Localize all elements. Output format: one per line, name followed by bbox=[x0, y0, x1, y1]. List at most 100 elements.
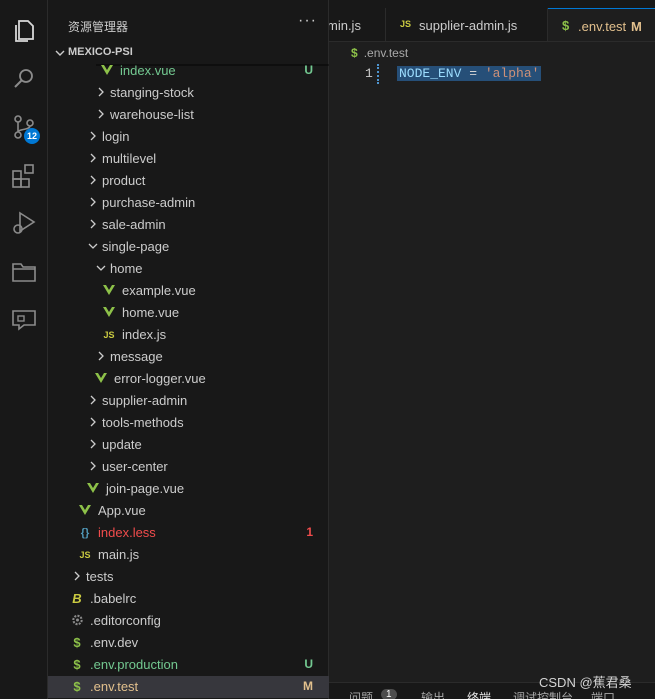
tree-item-label: .editorconfig bbox=[90, 613, 161, 628]
tree-item-label: .env.production bbox=[90, 657, 178, 672]
tree-item-label: purchase-admin bbox=[102, 195, 196, 210]
tree-item-label: error-logger.vue bbox=[114, 371, 206, 386]
code-editor[interactable]: $ .env.test 1 NODE_ENV = 'alpha' bbox=[329, 42, 655, 682]
tree-item[interactable]: App.vue bbox=[48, 500, 329, 522]
env-file-icon: $ bbox=[73, 679, 81, 694]
tree-item[interactable]: update bbox=[48, 434, 329, 456]
breadcrumb[interactable]: $ .env.test bbox=[351, 46, 408, 60]
tab-env-test[interactable]: $ .env.test M bbox=[548, 8, 655, 41]
tree-item[interactable]: {} index.less 1 bbox=[48, 522, 329, 544]
tab-label: min.js bbox=[329, 18, 361, 33]
chevron-right-icon bbox=[94, 107, 108, 123]
tree-item-label: .babelrc bbox=[90, 591, 137, 606]
tree-item[interactable]: message bbox=[48, 346, 329, 368]
tree-item[interactable]: join-page.vue bbox=[48, 478, 329, 500]
explorer-sidebar: 资源管理器 ··· MEXICO-PSI index.vue Ustanging-… bbox=[48, 0, 377, 699]
chevron-right-icon bbox=[86, 195, 100, 211]
chevron-right-icon bbox=[86, 129, 100, 145]
tree-item[interactable]: JS main.js bbox=[48, 544, 329, 566]
tree-item-label: .env.dev bbox=[90, 635, 139, 650]
editor-tabs: min.js JS supplier-admin.js $ .env.test … bbox=[329, 0, 655, 42]
tree-item[interactable]: home bbox=[48, 258, 329, 280]
tree-item[interactable]: tests bbox=[48, 566, 329, 588]
tree-item[interactable]: .editorconfig bbox=[48, 610, 329, 632]
tab-output[interactable]: 输出 bbox=[421, 689, 445, 699]
tab-problems[interactable]: 问题 bbox=[349, 689, 373, 699]
tree-item[interactable]: stanging-stock bbox=[48, 82, 329, 104]
tree-item-label: stanging-stock bbox=[110, 85, 194, 100]
tree-item[interactable]: single-page bbox=[48, 236, 329, 258]
tree-item-label: index.vue bbox=[120, 63, 176, 78]
modified-badge: M bbox=[631, 19, 642, 34]
vue-file-icon bbox=[102, 283, 116, 299]
tab-label: .env.test bbox=[578, 19, 627, 34]
folder-icon[interactable] bbox=[10, 258, 38, 286]
env-file-icon: $ bbox=[562, 18, 570, 33]
tree-item[interactable]: user-center bbox=[48, 456, 329, 478]
tree-item[interactable]: home.vue bbox=[48, 302, 329, 324]
tree-item[interactable]: example.vue bbox=[48, 280, 329, 302]
tree-item-label: product bbox=[102, 173, 146, 188]
env-file-icon: $ bbox=[351, 46, 358, 60]
tree-item[interactable]: index.vue U bbox=[48, 60, 329, 82]
breadcrumb-file: .env.test bbox=[363, 46, 409, 60]
tree-item[interactable]: $ .env.dev bbox=[48, 632, 329, 654]
chevron-right-icon bbox=[70, 569, 84, 585]
tree-item[interactable]: warehouse-list bbox=[48, 104, 329, 126]
tab-label: supplier-admin.js bbox=[419, 18, 518, 33]
tree-item-label: supplier-admin bbox=[102, 393, 188, 408]
tree-item[interactable]: product bbox=[48, 170, 329, 192]
git-status-badge: M bbox=[303, 679, 313, 693]
tab-min-js[interactable]: min.js bbox=[329, 8, 386, 41]
js-file-icon: JS bbox=[400, 19, 412, 29]
tree-item-label: login bbox=[102, 129, 130, 144]
code-line[interactable]: NODE_ENV = 'alpha' bbox=[397, 66, 542, 81]
indent-guide bbox=[377, 64, 381, 84]
tree-item-label: example.vue bbox=[122, 283, 196, 298]
tree-item-label: sale-admin bbox=[102, 217, 166, 232]
source-control-badge: 12 bbox=[24, 128, 40, 144]
remote-chat-icon[interactable] bbox=[10, 306, 38, 334]
tab-supplier-admin-js[interactable]: JS supplier-admin.js bbox=[386, 8, 548, 41]
chevron-right-icon bbox=[94, 85, 108, 101]
git-status-badge: 1 bbox=[306, 525, 313, 539]
tree-item[interactable]: sale-admin bbox=[48, 214, 329, 236]
git-status-badge: U bbox=[304, 63, 313, 77]
tree-item-label: main.js bbox=[98, 547, 140, 562]
vue-file-icon bbox=[94, 371, 108, 387]
tree-item[interactable]: $ .env.production U bbox=[48, 654, 329, 676]
tree-item[interactable]: multilevel bbox=[48, 148, 329, 170]
git-status-badge: U bbox=[304, 657, 313, 671]
problems-count-badge: 1 bbox=[381, 689, 397, 699]
more-actions-icon[interactable]: ··· bbox=[298, 12, 317, 30]
tree-item[interactable]: supplier-admin bbox=[48, 390, 329, 412]
tree-item-label: home.vue bbox=[122, 305, 180, 320]
tree-item[interactable]: tools-methods bbox=[48, 412, 329, 434]
chevron-right-icon bbox=[86, 173, 100, 189]
chevron-right-icon bbox=[86, 459, 100, 475]
js-file-icon: JS bbox=[103, 330, 115, 340]
tab-terminal[interactable]: 终端 bbox=[467, 689, 491, 699]
vue-file-icon bbox=[78, 503, 92, 519]
env-file-icon: $ bbox=[73, 657, 81, 672]
run-debug-icon[interactable] bbox=[10, 209, 38, 237]
chevron-right-icon bbox=[86, 437, 100, 453]
sidebar-title: 资源管理器 bbox=[68, 20, 129, 34]
explorer-icon[interactable] bbox=[10, 17, 38, 45]
workspace-name: MEXICO-PSI bbox=[68, 46, 133, 58]
tree-item[interactable]: JS index.js bbox=[48, 324, 329, 346]
chevron-down-icon bbox=[86, 239, 100, 255]
tree-item[interactable]: login bbox=[48, 126, 329, 148]
tree-item[interactable]: error-logger.vue bbox=[48, 368, 329, 390]
tree-item-label: home bbox=[110, 261, 143, 276]
tree-item[interactable]: purchase-admin bbox=[48, 192, 329, 214]
line-number: 1 bbox=[365, 66, 373, 81]
search-icon[interactable] bbox=[10, 65, 38, 93]
watermark: CSDN @蕉君桑 bbox=[539, 675, 632, 690]
code-text: NODE_ENV = 'alpha' bbox=[399, 66, 540, 81]
tree-item-label: user-center bbox=[102, 459, 168, 474]
extensions-icon[interactable] bbox=[10, 162, 38, 190]
tree-item[interactable]: $ .env.test M bbox=[48, 676, 329, 698]
tree-item-label: tools-methods bbox=[102, 415, 184, 430]
tree-item[interactable]: B .babelrc bbox=[48, 588, 329, 610]
